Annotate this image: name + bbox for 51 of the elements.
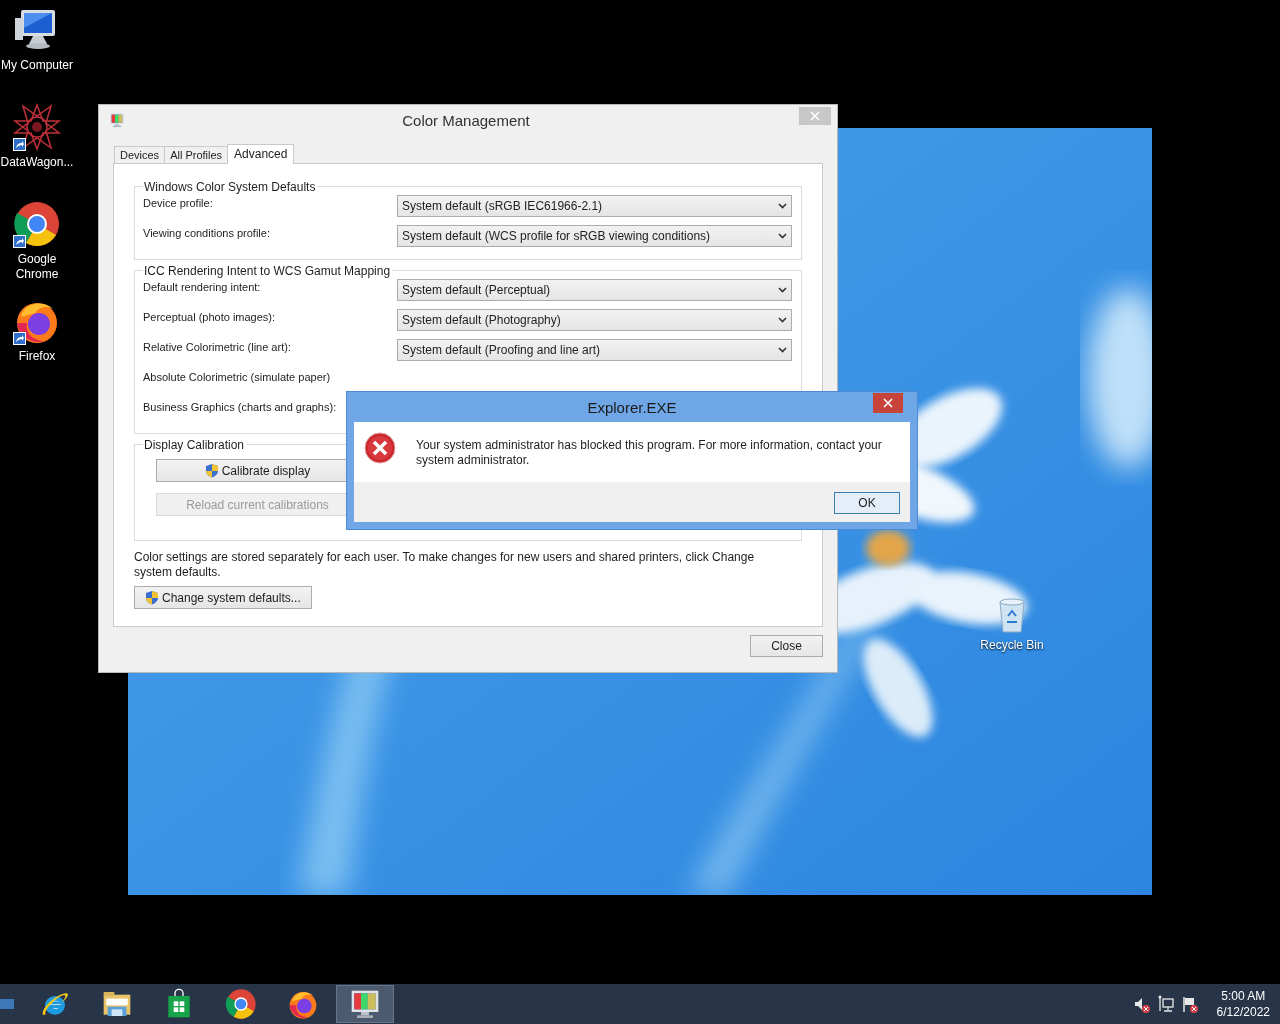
- close-button[interactable]: Close: [750, 635, 823, 657]
- desktop-icon-label[interactable]: Firefox: [0, 349, 74, 364]
- close-icon: [883, 398, 893, 408]
- close-icon: [810, 111, 820, 121]
- desktop-icon-label[interactable]: My Computer: [0, 58, 74, 73]
- chrome-icon: [13, 200, 61, 248]
- window-title: Color Management: [401, 111, 531, 129]
- group-title: Windows Color System Defaults: [143, 179, 318, 195]
- field-label: Business Graphics (charts and graphs):: [143, 401, 338, 413]
- chevron-icon: [778, 347, 787, 353]
- dropdown[interactable]: System default (WCS profile for sRGB viewing conditions): [397, 225, 792, 247]
- field-label: Viewing conditions profile:: [143, 227, 271, 239]
- desktop-icon-label[interactable]: Google Chrome: [0, 252, 74, 282]
- tab[interactable]: Advanced: [227, 144, 295, 164]
- chrome-icon: [225, 988, 257, 1020]
- monitor-icon: [109, 112, 125, 128]
- chevron-icon: [778, 203, 787, 209]
- ok-button[interactable]: OK: [834, 492, 900, 514]
- error-message: Your system administrator has blocked this program. For more information, contact your system administrator.: [416, 438, 883, 468]
- field-label: Absolute Colorimetric (simulate paper): [143, 371, 332, 383]
- chevron-icon: [778, 287, 787, 293]
- monitor-icon: [349, 988, 381, 1020]
- taskbar-button[interactable]: [336, 985, 394, 1023]
- star-icon: [13, 103, 61, 151]
- error-icon: [364, 432, 396, 464]
- dropdown[interactable]: System default (Photography): [397, 309, 792, 331]
- group-title: ICC Rendering Intent to WCS Gamut Mapping: [143, 263, 393, 279]
- clock-time: 5:00 AM: [1220, 988, 1267, 1004]
- change-defaults-button[interactable]: Change system defaults...: [134, 586, 312, 609]
- dropdown[interactable]: System default (Perceptual): [397, 279, 792, 301]
- dialog-title: Explorer.EXE: [586, 398, 678, 416]
- chevron-icon: [778, 317, 787, 323]
- info-text: Color settings are stored separately for each user. To make changes for new users and shared printers, click Change system defaults.: [134, 550, 756, 580]
- field-label: Relative Colorimetric (line art):: [143, 341, 292, 353]
- dropdown[interactable]: System default (Proofing and line art): [397, 339, 792, 361]
- desktop-icon-label[interactable]: Recycle Bin: [975, 638, 1049, 653]
- field-label: Perceptual (photo images):: [143, 311, 277, 323]
- field-label: Default rendering intent:: [143, 281, 262, 293]
- recycle-bin-icon[interactable]: [996, 596, 1028, 636]
- desktop-icon-label[interactable]: DataWagon...: [0, 155, 74, 170]
- start-button[interactable]: [0, 999, 14, 1009]
- dropdown[interactable]: System default (sRGB IEC61966-2.1): [397, 195, 792, 217]
- clock[interactable]: 5:00 AM 6/12/2022: [1216, 988, 1270, 1020]
- chevron-icon: [778, 233, 787, 239]
- network-icon[interactable]: [1156, 995, 1175, 1013]
- field-label: Device profile:: [143, 197, 214, 209]
- group-title: Display Calibration: [143, 437, 247, 453]
- flag-icon[interactable]: [1180, 995, 1199, 1013]
- close-button[interactable]: [873, 393, 903, 413]
- tab[interactable]: Devices: [114, 146, 166, 163]
- clock-date: 6/12/2022: [1216, 1004, 1270, 1020]
